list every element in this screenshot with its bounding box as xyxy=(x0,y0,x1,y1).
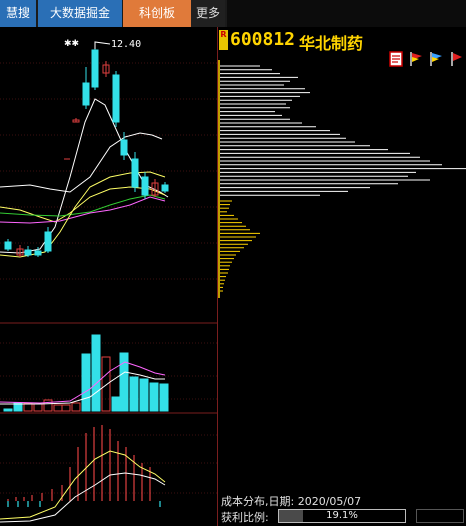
candle-body xyxy=(141,176,149,196)
candle-body xyxy=(82,82,90,106)
profit-ratio-extra-box xyxy=(416,509,464,523)
volume-bar xyxy=(33,403,43,412)
cost-distribution-footer: 成本分布,日期: 2020/05/07 获利比例: 19.1% xyxy=(218,492,466,526)
volume-bar xyxy=(149,382,159,412)
star-marks: ✱✱ xyxy=(64,39,79,49)
volume-bar xyxy=(43,399,53,412)
volume-bar xyxy=(119,352,129,412)
tab-star-market[interactable]: 科创板 xyxy=(123,0,191,27)
candle-body xyxy=(4,241,12,250)
volume-bar xyxy=(61,404,71,412)
candle-body xyxy=(44,231,52,252)
profit-ratio-value: 19.1% xyxy=(326,510,358,521)
indicator-panel xyxy=(0,425,166,523)
volume-bars[interactable] xyxy=(0,334,169,412)
candle-body xyxy=(91,49,99,88)
dea-line xyxy=(0,472,166,523)
candle-body xyxy=(34,250,42,256)
candle-body xyxy=(112,74,120,123)
tab-bar: 慧搜 大数据掘金 科创板 更多 xyxy=(0,0,466,27)
stock-code: 600812 xyxy=(230,29,296,50)
tab-bar-spacer xyxy=(227,0,466,27)
candle-body xyxy=(24,249,32,256)
profit-ratio-bar: 19.1% xyxy=(278,509,406,523)
dif-line xyxy=(0,450,166,520)
distribution-date: 2020/05/07 xyxy=(297,495,362,508)
tab-more[interactable]: 更多 xyxy=(191,0,225,27)
volume-bar xyxy=(139,378,149,412)
volume-bar xyxy=(53,404,63,412)
ma-short-line xyxy=(0,98,169,254)
volume-bar xyxy=(71,402,81,412)
volume-bar xyxy=(3,408,13,412)
ma10-line xyxy=(0,186,166,223)
ma20-line xyxy=(0,196,166,224)
volume-bar xyxy=(101,356,111,412)
tab-search[interactable]: 慧搜 xyxy=(0,0,36,27)
chart-grid xyxy=(0,62,217,494)
profit-ratio-label: 获利比例: xyxy=(221,511,269,524)
candle-body xyxy=(131,158,139,188)
volume-bar xyxy=(91,334,101,412)
volume-bar xyxy=(129,376,139,412)
candle-body xyxy=(161,184,169,192)
ma60-line xyxy=(0,194,166,217)
tab-big-data[interactable]: 大数据掘金 xyxy=(38,0,122,27)
high-price-label: 12.40 xyxy=(111,39,141,50)
volume-bar xyxy=(111,396,121,412)
distribution-date-label: 成本分布,日期: xyxy=(221,495,295,508)
distribution-date-row: 成本分布,日期: 2020/05/07 xyxy=(221,493,361,509)
high-price-pointer xyxy=(94,41,111,49)
volume-bar xyxy=(81,353,91,412)
volume-bar xyxy=(159,383,169,412)
r-badge[interactable]: R xyxy=(219,30,228,50)
candles[interactable] xyxy=(4,46,169,257)
cost-distribution-chart xyxy=(218,60,466,298)
stock-name: 华北制药 xyxy=(299,34,364,53)
candle-body xyxy=(120,139,128,156)
kline-chart[interactable]: ✱✱ 12.40 xyxy=(0,27,217,526)
